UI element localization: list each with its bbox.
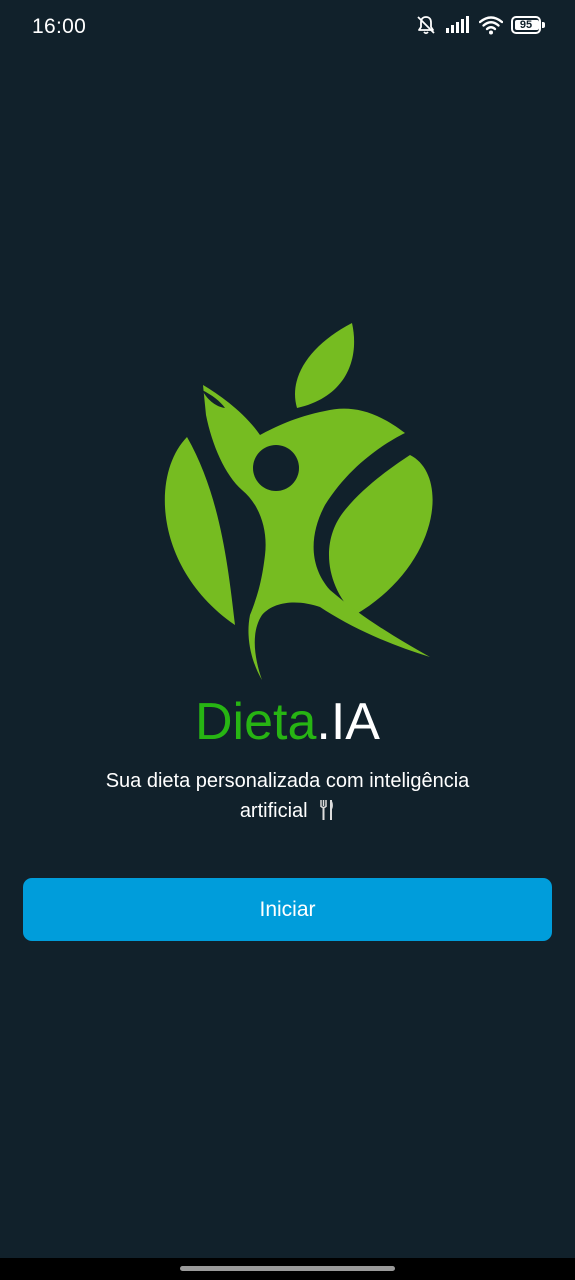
navigation-bar — [0, 1258, 575, 1280]
home-indicator[interactable] — [180, 1266, 395, 1271]
battery-level: 95 — [519, 19, 533, 31]
battery-icon: 95 — [511, 16, 545, 34]
bell-muted-icon — [415, 14, 437, 36]
tagline: Sua dieta personalizada com inteligência… — [60, 766, 515, 830]
fork-knife-icon — [319, 799, 335, 830]
app-logo — [164, 323, 433, 680]
brand-title: Dieta.IA — [0, 690, 575, 754]
status-time: 16:00 — [32, 15, 87, 38]
wifi-icon — [479, 15, 503, 35]
brand-name-secondary: .IA — [316, 693, 380, 751]
start-button[interactable]: Iniciar — [23, 878, 552, 941]
signal-icon — [445, 16, 471, 34]
brand-name-primary: Dieta — [195, 693, 317, 751]
tagline-line2: artificial — [239, 800, 308, 822]
tagline-line1: Sua dieta personalizada com inteligência — [105, 770, 470, 792]
status-bar: 16:00 95 — [0, 0, 575, 56]
splash-screen: 16:00 95 Dieta.IA Sua dieta personalizad… — [0, 0, 575, 1280]
status-icons: 95 — [415, 14, 545, 36]
